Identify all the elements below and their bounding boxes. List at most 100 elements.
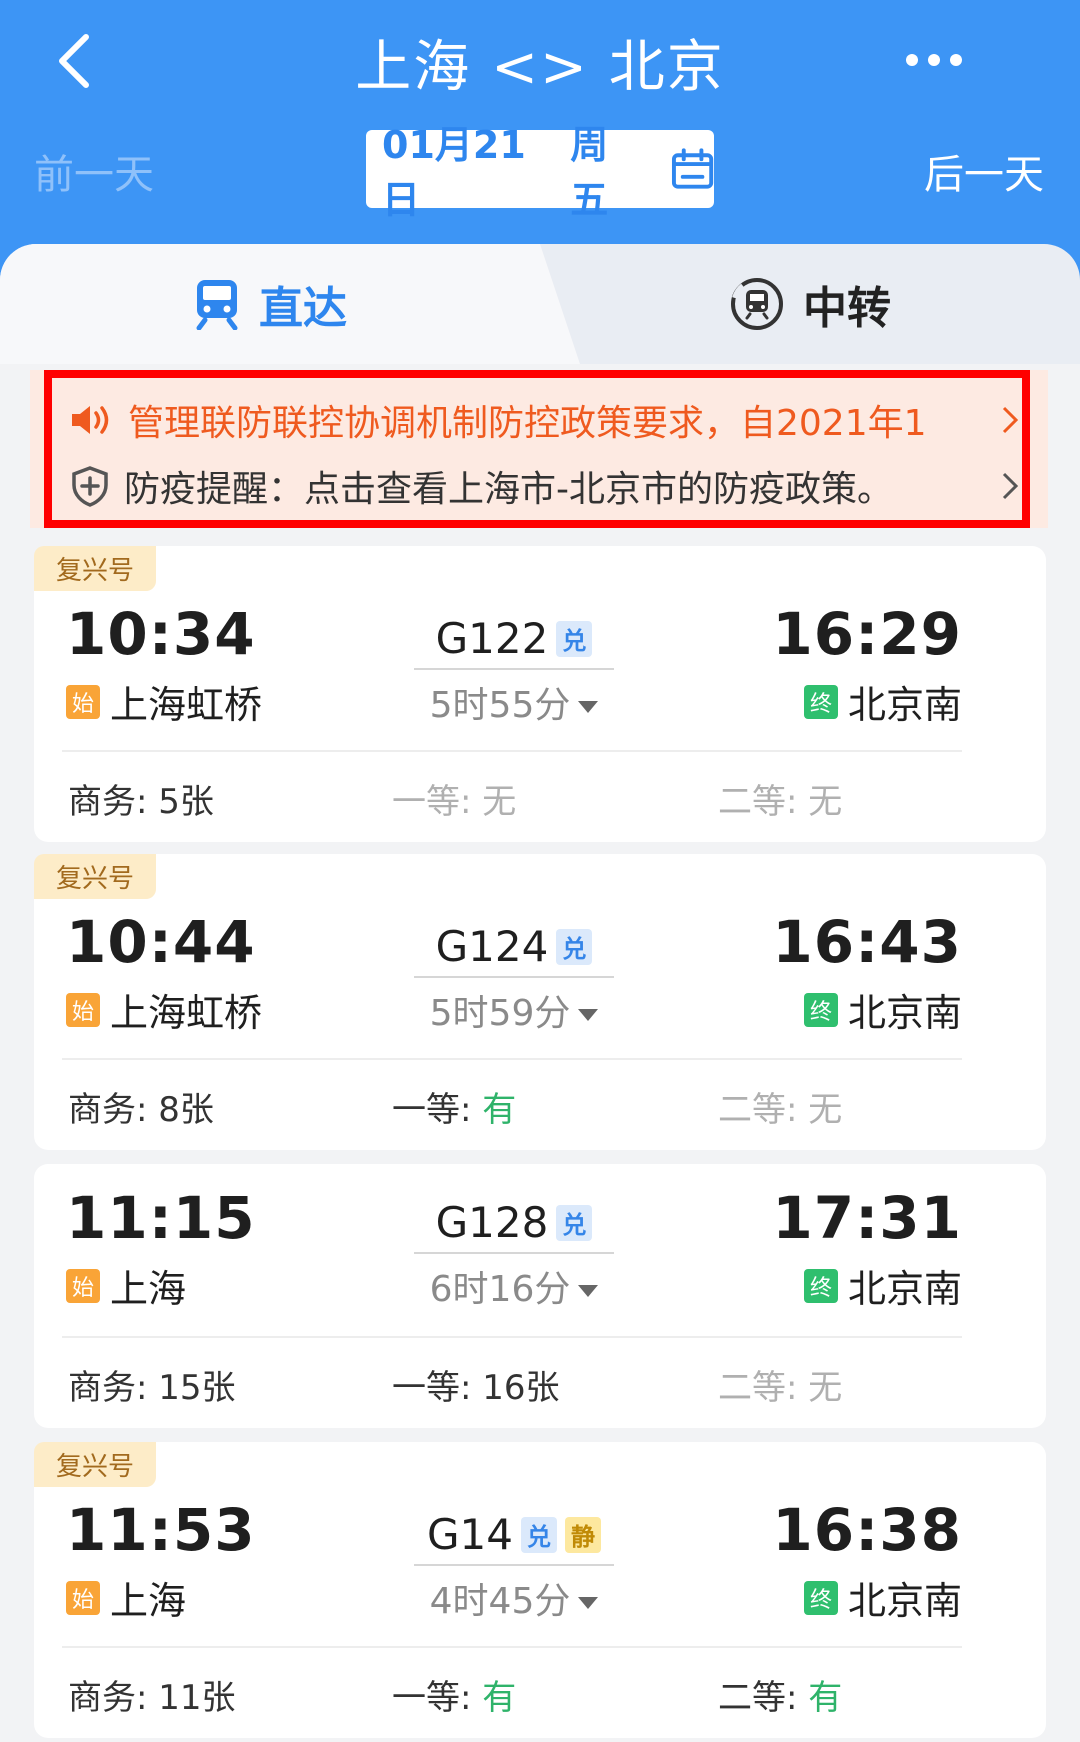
tab-direct[interactable]: 直达 [0, 244, 540, 364]
trip-duration-text: 6时16分 [429, 1269, 571, 1310]
date-picker[interactable]: 01月21日 周五 [366, 123, 714, 222]
redeem-tag: 兑 [556, 1204, 593, 1241]
card-divider [62, 750, 962, 752]
quiet-carriage-tag: 静 [565, 1516, 601, 1553]
seat-label: 一等: [392, 1368, 483, 1408]
train-icon [196, 280, 238, 330]
train-number-text: G124 [435, 922, 549, 971]
departure-station: 始 上海 [66, 1570, 186, 1625]
more-options-button[interactable] [884, 30, 984, 90]
start-tag: 始 [66, 684, 100, 719]
departure-time: 10:44 [66, 908, 256, 976]
seat-second-class: 二等: 无 [718, 1082, 842, 1131]
departure-station: 始 上海 [66, 1258, 186, 1313]
seat-second-class: 二等: 有 [718, 1670, 842, 1719]
seat-label: 二等: [718, 782, 809, 822]
arrival-time: 16:29 [772, 600, 962, 668]
seat-business: 商务: 11张 [68, 1670, 236, 1719]
dropdown-triangle-icon [578, 701, 599, 713]
seat-label: 商务: [68, 1368, 159, 1408]
tab-transfer-label: 中转 [803, 283, 891, 334]
redeem-tag: 兑 [521, 1516, 557, 1553]
dropdown-triangle-icon [578, 1597, 599, 1609]
seat-business: 商务: 15张 [68, 1360, 236, 1409]
trip-duration-text: 4时45分 [429, 1581, 571, 1622]
end-tag: 终 [803, 1268, 838, 1303]
seat-value: 有 [808, 1678, 843, 1718]
departure-station-name: 上海 [110, 1267, 187, 1311]
train-type-badge: 复兴号 [34, 546, 157, 591]
train-card[interactable]: 复兴号 10:44 始 上海虹桥 G124 兑 5时59分 16:43 终 北京… [34, 854, 1046, 1150]
seat-value: 8张 [158, 1090, 214, 1130]
dropdown-triangle-icon [578, 1009, 599, 1021]
seat-label: 商务: [68, 782, 159, 822]
arrival-station-name: 北京南 [847, 1579, 962, 1623]
end-tag: 终 [803, 684, 838, 719]
route-type-tabs: 直达 中转 [0, 244, 1080, 364]
card-divider [62, 1646, 962, 1648]
seat-business: 商务: 5张 [68, 774, 214, 823]
tab-transfer[interactable]: 中转 [540, 244, 1080, 364]
departure-time: 11:15 [66, 1184, 256, 1252]
trip-duration[interactable]: 4时45分 [414, 1564, 614, 1624]
prev-day-button[interactable]: 前一天 [34, 142, 154, 200]
seat-label: 商务: [68, 1090, 159, 1130]
dropdown-triangle-icon [578, 1285, 599, 1297]
redeem-tag: 兑 [556, 928, 593, 965]
end-tag: 终 [803, 992, 838, 1027]
seat-value: 无 [808, 1368, 843, 1408]
departure-time: 10:34 [66, 600, 256, 668]
trip-duration[interactable]: 6时16分 [414, 1252, 614, 1312]
departure-station: 始 上海虹桥 [66, 674, 262, 729]
train-number-text: G122 [435, 614, 549, 663]
tab-direct-label: 直达 [259, 283, 347, 334]
seat-value: 16张 [482, 1368, 560, 1408]
seat-label: 一等: [392, 1090, 483, 1130]
start-tag: 始 [66, 1268, 100, 1303]
train-number: G128 兑 [354, 1198, 674, 1247]
train-number: G14 兑 静 [354, 1510, 674, 1559]
train-card[interactable]: 复兴号 11:53 始 上海 G14 兑 静 4时45分 16:38 终 北京南… [34, 1442, 1046, 1738]
seat-value: 15张 [158, 1368, 236, 1408]
card-divider [62, 1058, 962, 1060]
seat-second-class: 二等: 无 [718, 774, 842, 823]
train-type-badge: 复兴号 [34, 854, 157, 899]
seat-label: 商务: [68, 1678, 159, 1718]
train-number-text: G14 [427, 1510, 513, 1559]
train-card[interactable]: 复兴号 10:34 始 上海虹桥 G122 兑 5时55分 16:29 终 北京… [34, 546, 1046, 842]
end-tag: 终 [803, 1580, 838, 1615]
seat-value: 无 [808, 782, 843, 822]
departure-station-name: 上海虹桥 [110, 683, 263, 727]
seat-first-class: 一等: 无 [392, 774, 516, 823]
date-text: 01月21日 [382, 123, 526, 222]
arrival-station: 终 北京南 [803, 982, 962, 1037]
seat-first-class: 一等: 有 [392, 1082, 516, 1131]
arrival-station-name: 北京南 [847, 1267, 962, 1311]
seat-label: 二等: [718, 1090, 809, 1130]
trip-duration[interactable]: 5时55分 [414, 668, 614, 728]
arrival-station: 终 北京南 [803, 1570, 962, 1625]
departure-station: 始 上海虹桥 [66, 982, 262, 1037]
arrival-station-name: 北京南 [847, 683, 962, 727]
dot-icon [950, 54, 962, 66]
transfer-train-icon [731, 278, 783, 330]
arrival-time: 16:38 [772, 1496, 962, 1564]
seat-value: 有 [482, 1678, 517, 1718]
seat-business: 商务: 8张 [68, 1082, 214, 1131]
seat-second-class: 二等: 无 [718, 1360, 842, 1409]
dot-icon [906, 54, 918, 66]
train-card[interactable]: 11:15 始 上海 G128 兑 6时16分 17:31 终 北京南 商务: … [34, 1164, 1046, 1428]
next-day-button[interactable]: 后一天 [924, 142, 1044, 200]
train-number: G124 兑 [354, 922, 674, 971]
seat-value: 有 [482, 1090, 517, 1130]
seat-label: 二等: [718, 1678, 809, 1718]
seat-value: 11张 [158, 1678, 236, 1718]
start-tag: 始 [66, 992, 100, 1027]
dot-icon [928, 54, 940, 66]
start-tag: 始 [66, 1580, 100, 1615]
arrival-time: 17:31 [772, 1184, 962, 1252]
seat-value: 无 [482, 782, 517, 822]
trip-duration-text: 5时55分 [429, 685, 571, 726]
trip-duration[interactable]: 5时59分 [414, 976, 614, 1036]
train-number: G122 兑 [354, 614, 674, 663]
